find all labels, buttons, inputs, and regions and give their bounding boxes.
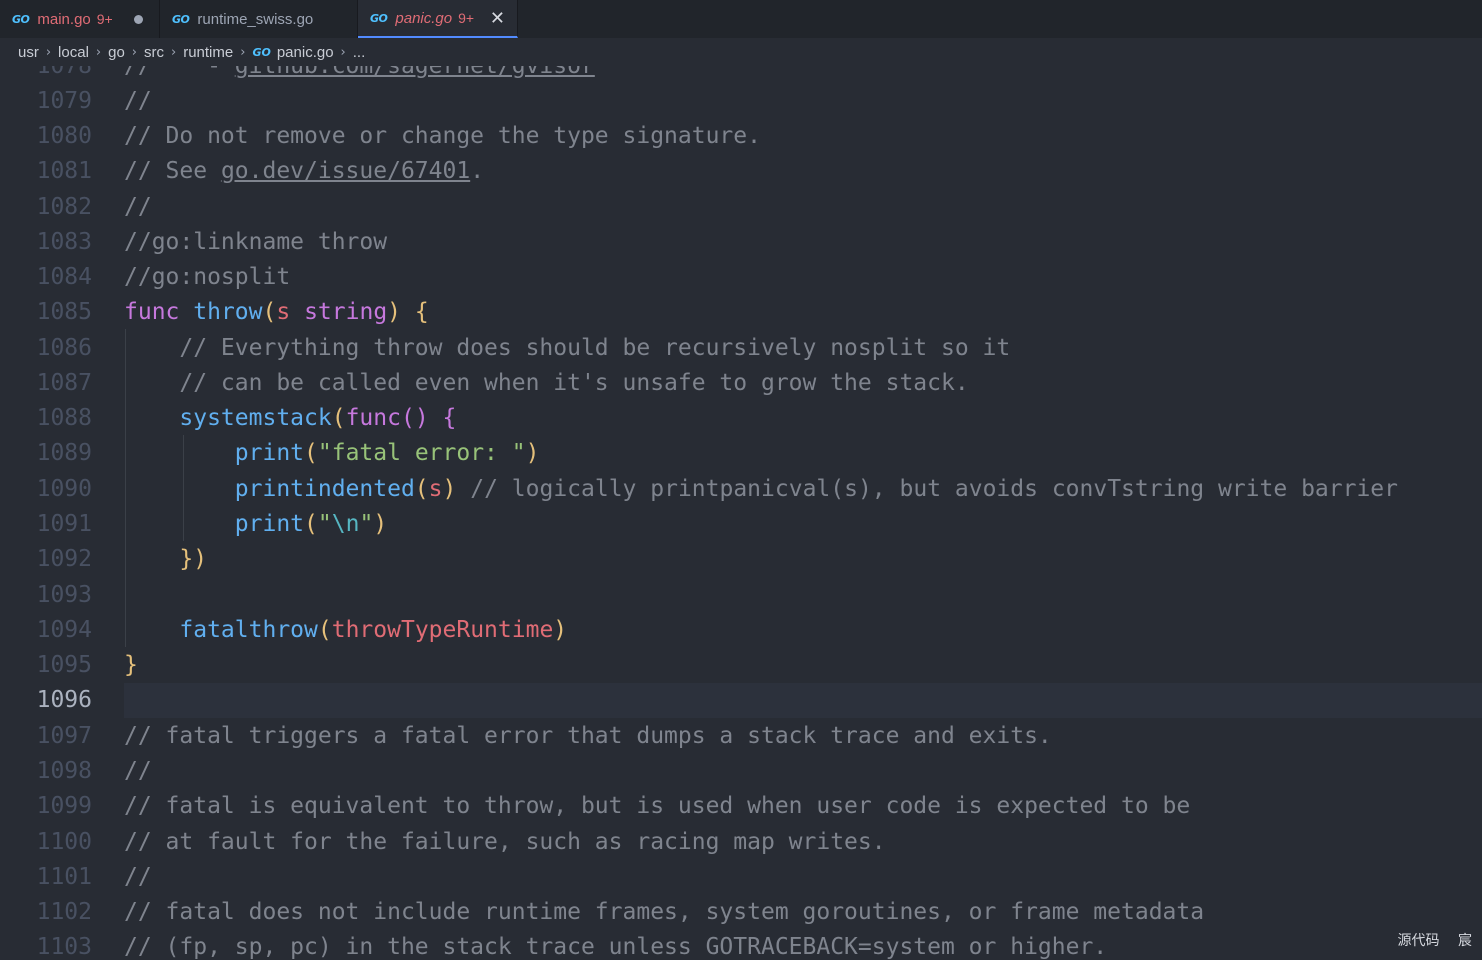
line-number: 1098 [36, 758, 92, 784]
code-line: // fatal does not include runtime frames… [124, 899, 1205, 925]
code-line: func throw(s string) { [124, 299, 429, 325]
code-line: // fatal is equivalent to throw, but is … [124, 793, 1191, 819]
problems-badge: 9+ [96, 11, 113, 27]
breadcrumb-item[interactable]: panic.go [277, 44, 334, 61]
go-file-icon: GO [370, 11, 388, 25]
line-number-active: 1096 [36, 687, 92, 713]
code-line: // - github.com/sagernet/gvisor [124, 66, 595, 79]
code-line: // [124, 194, 152, 220]
close-icon[interactable]: ✕ [490, 9, 505, 27]
breadcrumb-item[interactable]: go [108, 44, 125, 61]
code-line: print("\n") [234, 511, 388, 537]
ime-status[interactable]: 源代码 宸 [1384, 930, 1472, 950]
editor-tab-bar: GO main.go 9+ GO runtime_swiss.go GO pan… [0, 0, 1482, 38]
line-number: 1082 [36, 194, 92, 220]
code-line: // [124, 758, 152, 784]
tab-panic-go[interactable]: GO panic.go 9+ ✕ [358, 0, 518, 38]
line-number: 1079 [36, 88, 92, 114]
ime-name-label: 宸 [1458, 933, 1472, 949]
tab-label: runtime_swiss.go [197, 10, 314, 28]
tab-runtime-swiss-go[interactable]: GO runtime_swiss.go [160, 0, 358, 38]
code-line: }) [179, 546, 208, 572]
current-line-highlight [124, 683, 1482, 718]
line-number: 1100 [36, 829, 92, 855]
chevron-right-icon: › [171, 44, 177, 60]
code-line: // fatal triggers a fatal error that dum… [124, 723, 1052, 749]
tab-label: panic.go [395, 9, 453, 27]
chevron-right-icon: › [240, 44, 246, 60]
line-number: 1087 [36, 370, 92, 396]
code-line: // (fp, sp, pc) in the stack trace unles… [124, 934, 1108, 960]
code-line: // [124, 864, 152, 890]
go-file-icon: GO [172, 12, 190, 26]
tab-label: main.go [37, 10, 91, 28]
code-line: // Do not remove or change the type sign… [124, 123, 761, 149]
line-number: 1099 [36, 793, 92, 819]
code-line: // can be called even when it's unsafe t… [179, 370, 969, 396]
breadcrumb-item[interactable]: ... [353, 44, 366, 61]
code-line: // See go.dev/issue/67401. [124, 158, 485, 184]
line-number: 1088 [36, 405, 92, 431]
breadcrumb-item[interactable]: local [58, 44, 89, 61]
line-number: 1102 [36, 899, 92, 925]
line-number: 1094 [36, 617, 92, 643]
chevron-right-icon: › [45, 44, 52, 60]
code-line: print("fatal error: ") [234, 440, 540, 466]
chevron-right-icon: › [340, 44, 346, 60]
problems-badge: 9+ [458, 10, 475, 26]
breadcrumb: usr › local › go › src › runtime › GO pa… [0, 38, 1482, 66]
line-number: 1084 [36, 264, 92, 290]
ime-mode-label: 源代码 [1397, 933, 1440, 949]
code-line: //go:linkname throw [124, 229, 388, 255]
line-number: 1101 [36, 864, 92, 890]
line-number: 1103 [36, 934, 92, 960]
line-number: 1083 [36, 229, 92, 255]
code-line: // [124, 88, 152, 114]
code-line: //go:nosplit [124, 264, 291, 290]
tab-main-go[interactable]: GO main.go 9+ [0, 0, 160, 38]
line-number: 1090 [36, 476, 92, 502]
line-number: 1089 [36, 440, 92, 466]
chevron-right-icon: › [131, 44, 137, 60]
chevron-right-icon: › [95, 44, 102, 60]
code-line: // Everything throw does should be recur… [179, 335, 1011, 361]
breadcrumb-item[interactable]: src [144, 44, 164, 61]
line-number: 1080 [36, 123, 92, 149]
code-line: // at fault for the failure, such as rac… [124, 829, 886, 855]
unsaved-dot-icon[interactable] [134, 14, 143, 24]
line-number: 1091 [36, 511, 92, 537]
line-number: 1095 [36, 652, 92, 678]
code-line: fatalthrow(throwTypeRuntime) [179, 617, 568, 643]
breadcrumb-item[interactable]: usr [18, 44, 39, 61]
line-number: 1093 [36, 582, 92, 608]
go-file-icon: GO [252, 45, 271, 59]
code-line: systemstack(func() { [179, 405, 457, 431]
code-editor[interactable]: 1078 1079 1080 1081 1082 1083 1084 1085 … [0, 66, 1482, 960]
go-file-icon: GO [12, 12, 30, 26]
code-line: printindented(s) // logically printpanic… [234, 476, 1398, 502]
line-number: 1085 [36, 299, 92, 325]
line-number: 1078 [36, 66, 92, 79]
code-line: } [124, 652, 138, 678]
line-number: 1086 [36, 335, 92, 361]
line-number: 1081 [36, 158, 92, 184]
breadcrumb-item[interactable]: runtime [183, 44, 233, 61]
line-number: 1097 [36, 723, 92, 749]
line-number: 1092 [36, 546, 92, 572]
